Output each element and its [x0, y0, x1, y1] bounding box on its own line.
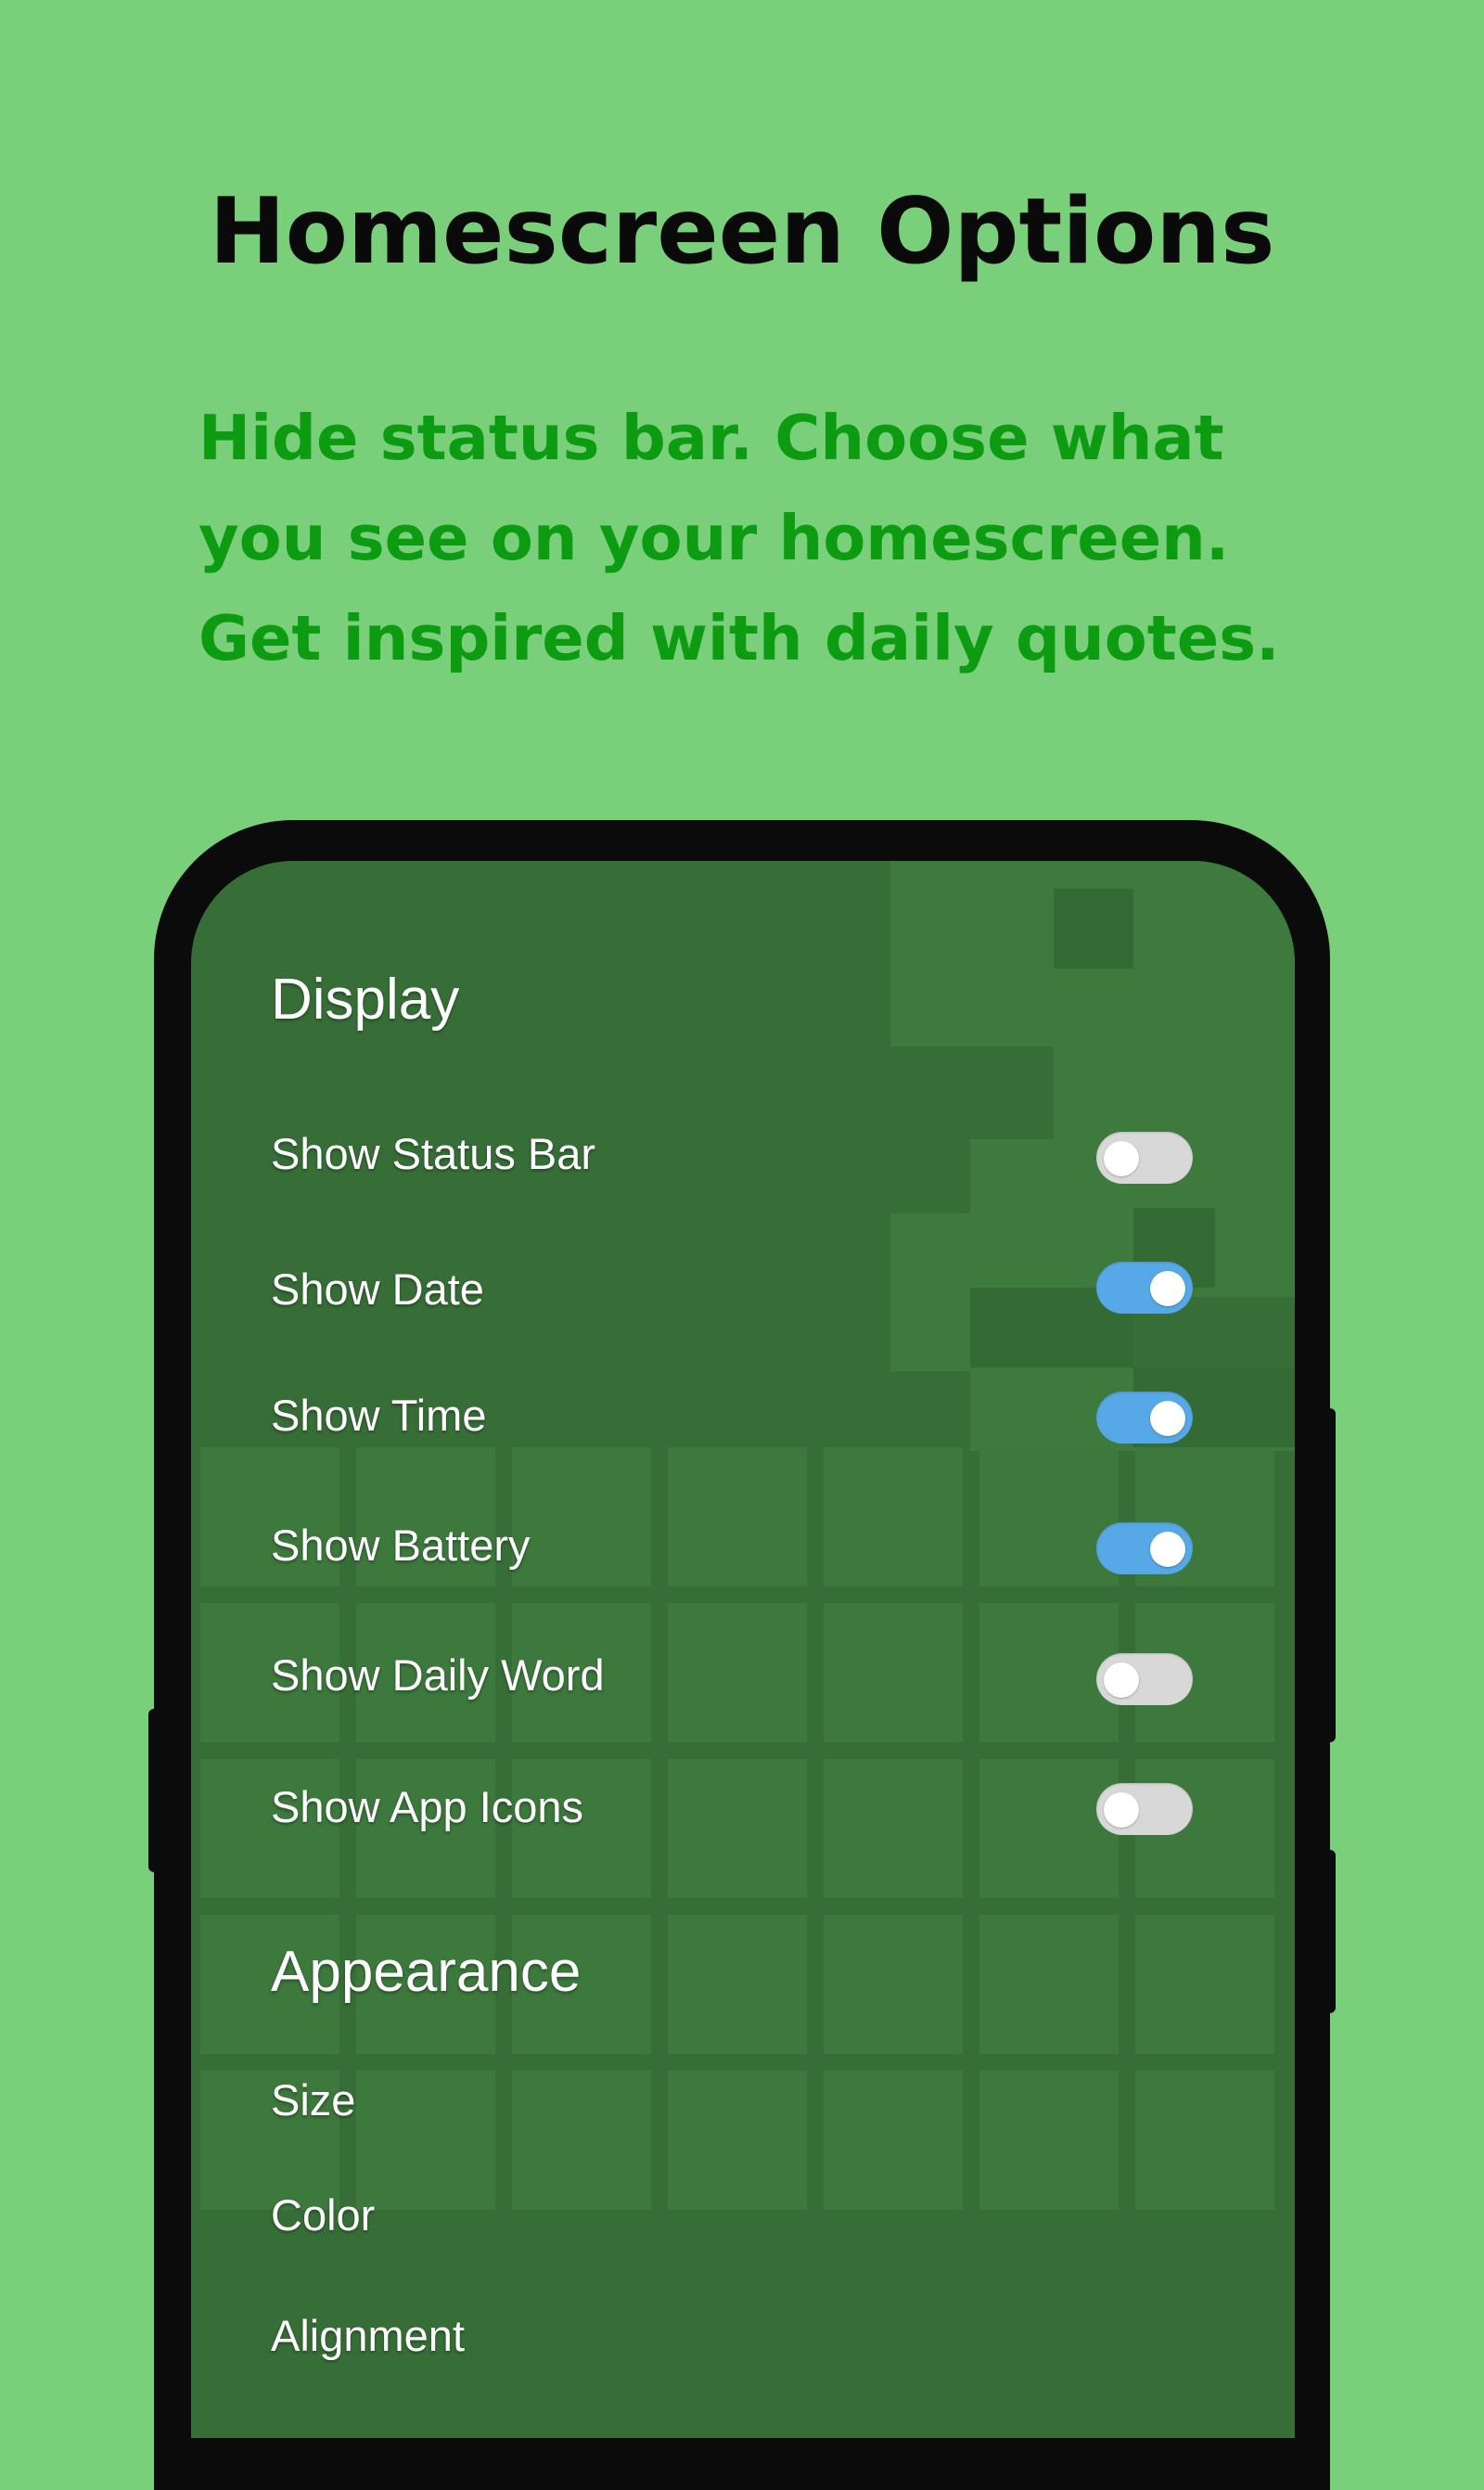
wallpaper-tile [668, 1447, 807, 1586]
subheadline-line-2: you see on your homescreen. [198, 502, 1230, 574]
wallpaper-tile [979, 1915, 1119, 2054]
wallpaper-tile [979, 1759, 1119, 1898]
wallpaper-tile [668, 1915, 807, 2054]
wallpaper-tile [824, 1447, 963, 1586]
toggle-knob [1104, 1662, 1139, 1698]
headline: Homescreen Options [209, 179, 1275, 285]
subheadline: Hide status bar. Choose what you see on … [198, 388, 1404, 688]
subheadline-line-3: Get inspired with daily quotes. [198, 602, 1280, 674]
toggle-daily-word[interactable] [1096, 1653, 1193, 1705]
setting-label-app-icons[interactable]: Show App Icons [271, 1781, 583, 1832]
wallpaper-tile [1135, 2071, 1274, 2210]
toggle-status-bar[interactable] [1096, 1132, 1193, 1184]
wallpaper-tile [668, 1759, 807, 1898]
setting-label-status-bar[interactable]: Show Status Bar [271, 1128, 595, 1179]
wallpaper-tile [512, 2071, 651, 2210]
toggle-knob [1150, 1401, 1185, 1436]
toggle-knob [1150, 1532, 1185, 1567]
wallpaper-tile [512, 1447, 651, 1586]
toggle-knob [1104, 1141, 1139, 1176]
setting-label-alignment[interactable]: Alignment [271, 2310, 465, 2361]
setting-label-date[interactable]: Show Date [271, 1264, 484, 1315]
toggle-date[interactable] [1096, 1262, 1193, 1314]
setting-label-size[interactable]: Size [271, 2074, 355, 2125]
wallpaper-tile [356, 2071, 495, 2210]
toggle-knob [1150, 1271, 1185, 1306]
setting-label-time[interactable]: Show Time [271, 1390, 486, 1441]
phone-side-button-left [148, 1709, 160, 1872]
wallpaper-tile [824, 1759, 963, 1898]
toggle-battery[interactable] [1096, 1522, 1193, 1574]
section-title-appearance: Appearance [271, 1940, 582, 2004]
wallpaper-tile [668, 2071, 807, 2210]
wallpaper-tile [824, 2071, 963, 2210]
section-title-display: Display [271, 968, 460, 1032]
wallpaper-tile [668, 1603, 807, 1742]
wallpaper-tile [979, 1447, 1119, 1586]
toggle-time[interactable] [1096, 1392, 1193, 1444]
phone-side-button-right-lower [1324, 1850, 1336, 2013]
toggle-app-icons[interactable] [1096, 1783, 1193, 1835]
setting-label-daily-word[interactable]: Show Daily Word [271, 1649, 605, 1701]
wallpaper-tile [824, 1603, 963, 1742]
phone-side-button-right-upper [1324, 1408, 1336, 1742]
setting-label-color[interactable]: Color [271, 2189, 375, 2240]
toggle-knob [1104, 1792, 1139, 1828]
setting-label-battery[interactable]: Show Battery [271, 1520, 531, 1571]
wallpaper-tile [824, 1915, 963, 2054]
wallpaper-tile [979, 2071, 1119, 2210]
subheadline-line-1: Hide status bar. Choose what [198, 402, 1224, 474]
wallpaper-tile [1135, 1915, 1274, 2054]
